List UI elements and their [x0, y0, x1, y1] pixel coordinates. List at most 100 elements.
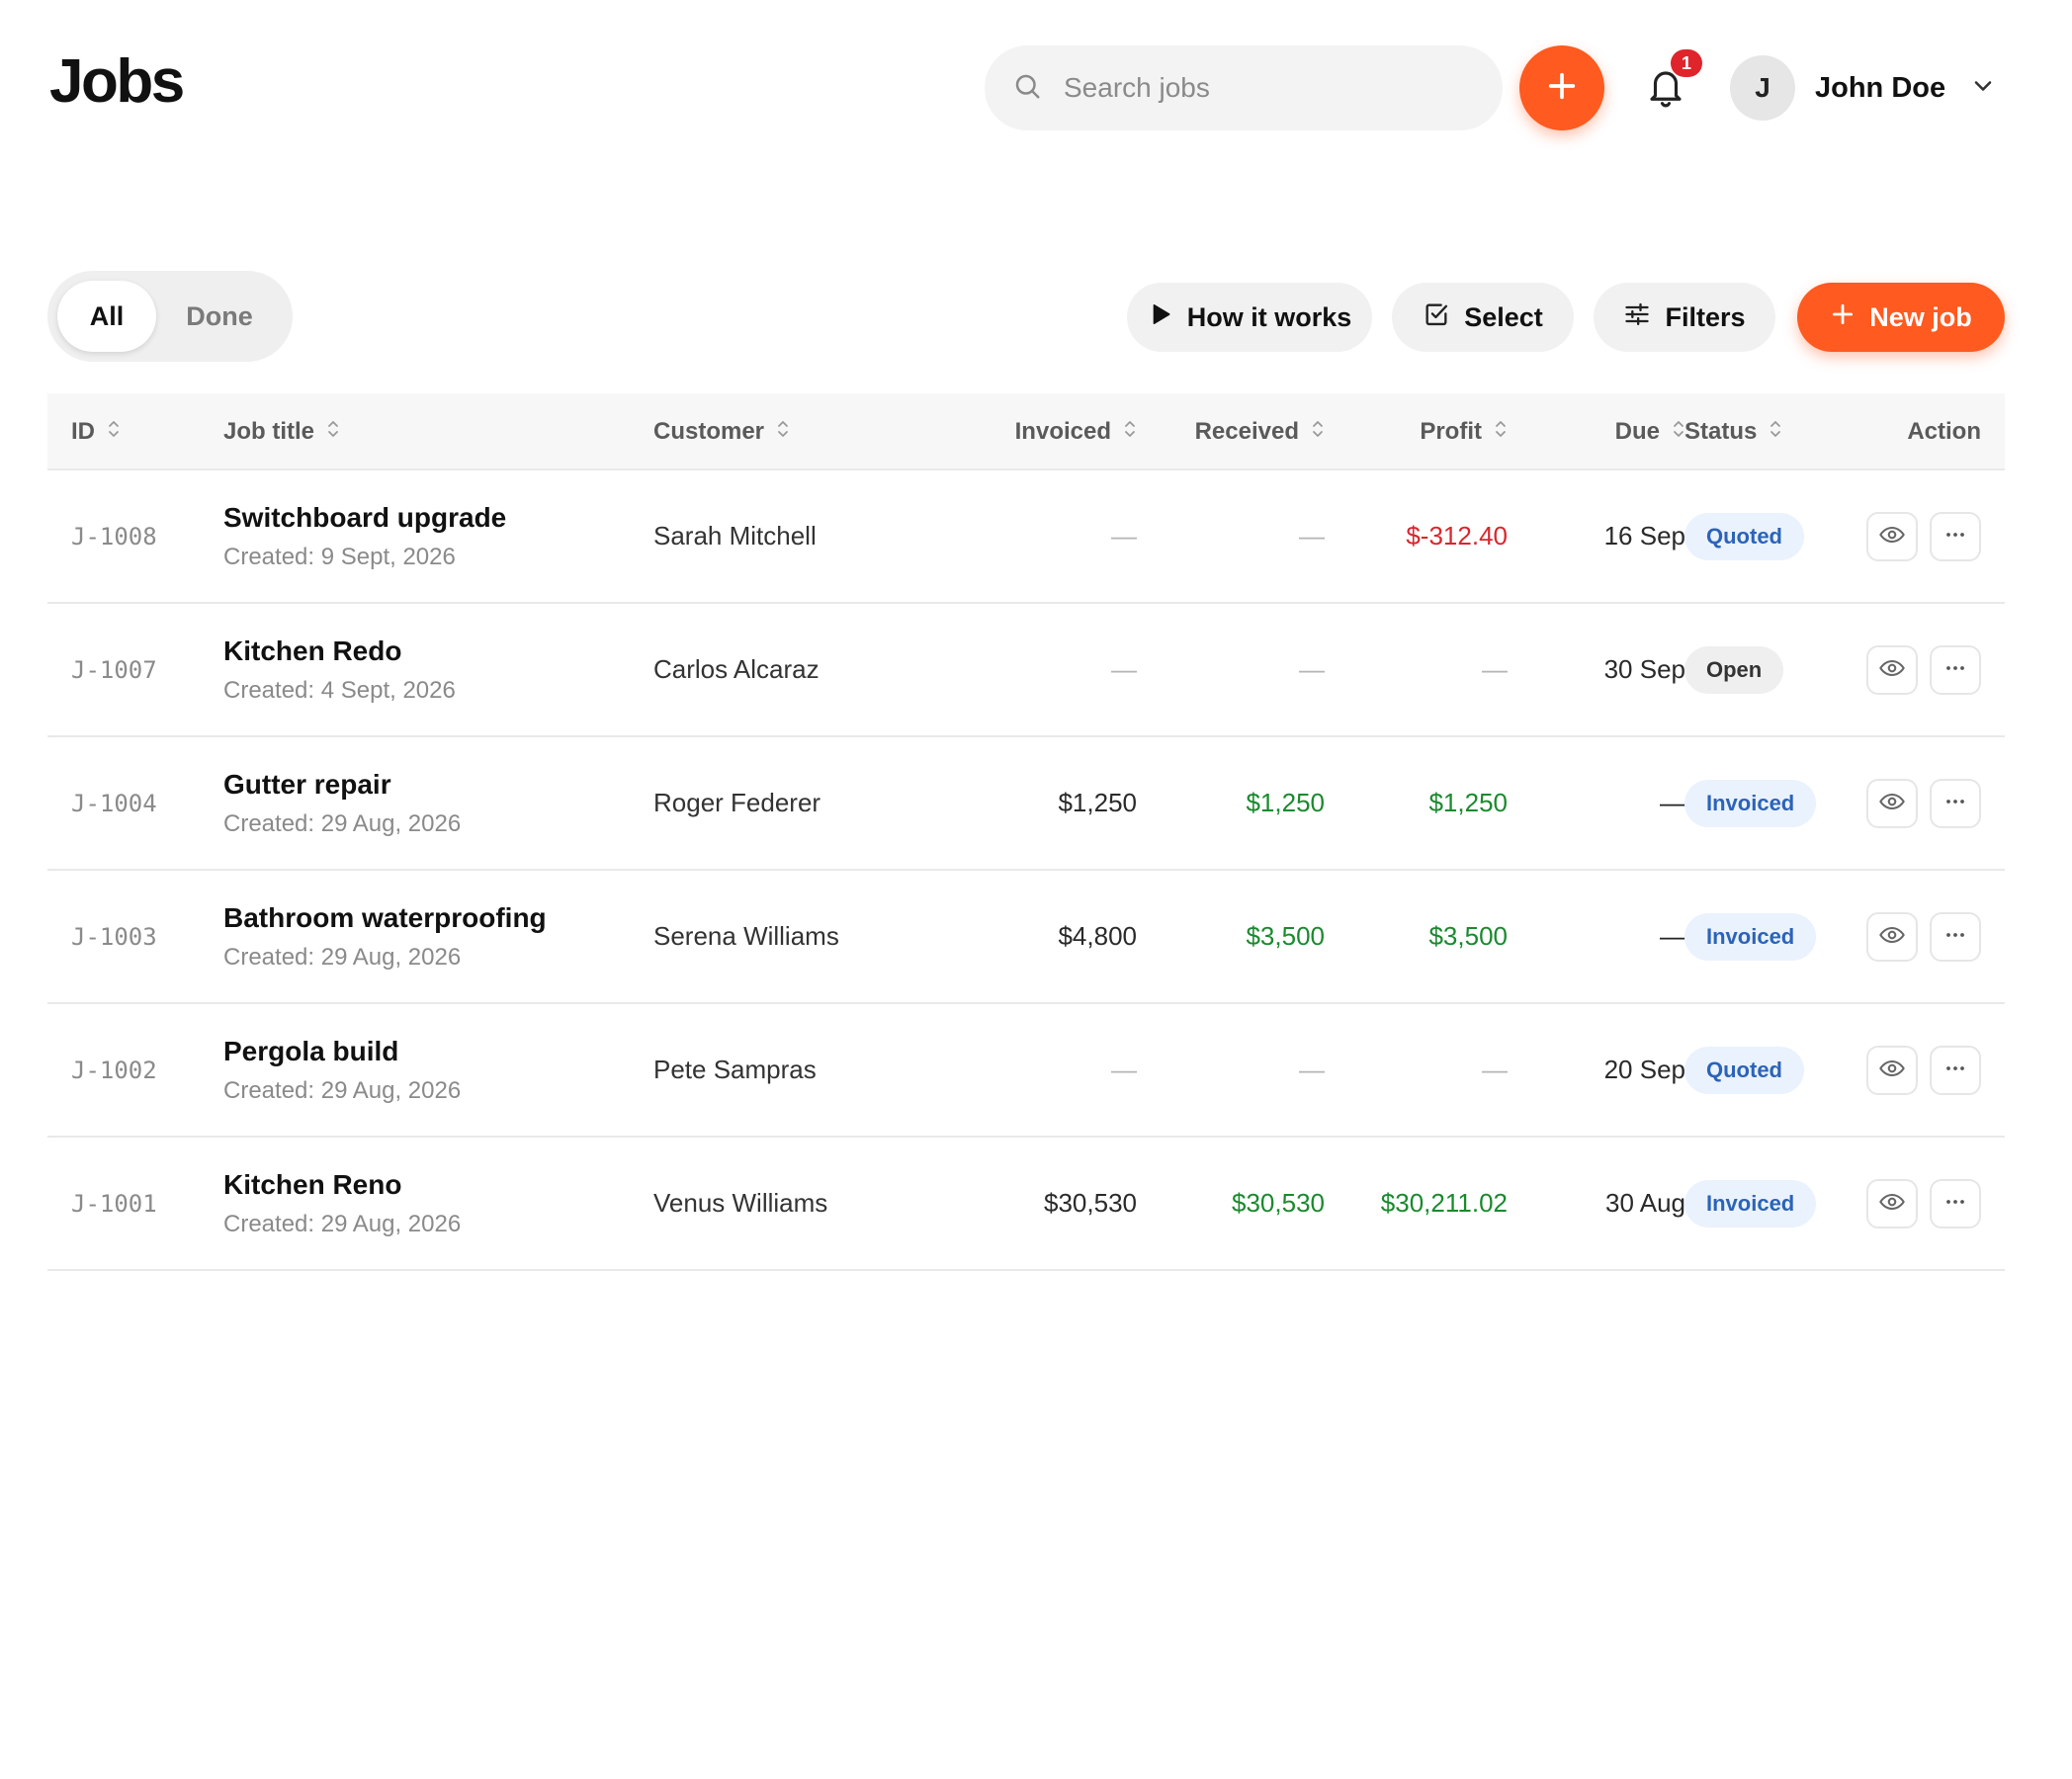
column-header-action: Action — [1847, 393, 1981, 470]
profit-amount: $30,211.02 — [1380, 1188, 1508, 1218]
tab-done[interactable]: Done — [156, 281, 283, 352]
status-badge: Open — [1684, 645, 1784, 694]
more-actions-button[interactable] — [1930, 512, 1981, 561]
tab-all[interactable]: All — [57, 281, 156, 352]
profit-amount: $1,250 — [1428, 788, 1508, 817]
column-header-status[interactable]: Status — [1684, 393, 1782, 470]
how-it-works-button[interactable]: How it works — [1127, 283, 1372, 352]
select-label: Select — [1464, 301, 1543, 332]
avatar: J — [1730, 55, 1795, 121]
job-created-date: Created: 29 Aug, 2026 — [223, 809, 462, 837]
more-actions-button[interactable] — [1930, 645, 1981, 695]
invoiced-amount: — — [1111, 521, 1137, 551]
more-actions-button[interactable] — [1930, 779, 1981, 828]
job-title[interactable]: Kitchen Reno — [223, 1169, 401, 1201]
sliders-icon — [1623, 300, 1665, 335]
more-horizontal-icon — [1942, 521, 1969, 553]
quick-add-button[interactable] — [1519, 45, 1604, 130]
status-cell: Invoiced — [1684, 871, 1817, 1002]
customer-name: Roger Federer — [653, 788, 821, 817]
status-cell: Open — [1684, 604, 1784, 735]
column-header-received[interactable]: Received — [1137, 393, 1325, 470]
job-id: J-1007 — [71, 655, 157, 684]
sort-icon — [1299, 418, 1325, 446]
job-title[interactable]: Switchboard upgrade — [223, 502, 506, 534]
table-row[interactable]: J-1004 Gutter repair Created: 29 Aug, 20… — [47, 737, 2005, 871]
column-header-due[interactable]: Due — [1508, 393, 1685, 470]
view-button[interactable] — [1866, 1046, 1918, 1095]
column-header-job-title[interactable]: Job title — [223, 393, 340, 470]
job-created-date: Created: 9 Sept, 2026 — [223, 543, 456, 570]
new-job-button[interactable]: New job — [1797, 283, 2005, 352]
invoiced-amount: $4,800 — [1058, 921, 1137, 951]
profit-amount: — — [1482, 654, 1508, 684]
job-title[interactable]: Pergola build — [223, 1036, 398, 1067]
table-row[interactable]: J-1003 Bathroom waterproofing Created: 2… — [47, 871, 2005, 1004]
status-badge: Invoiced — [1684, 912, 1817, 961]
search-input[interactable] — [1064, 72, 1459, 104]
select-button[interactable]: Select — [1392, 283, 1574, 352]
status-badge: Quoted — [1684, 1046, 1804, 1094]
search-bar[interactable] — [985, 45, 1503, 130]
column-header-customer[interactable]: Customer — [653, 393, 790, 470]
job-title[interactable]: Bathroom waterproofing — [223, 902, 547, 934]
customer-name: Sarah Mitchell — [653, 521, 817, 551]
received-amount: $1,250 — [1246, 788, 1325, 817]
more-actions-button[interactable] — [1930, 912, 1981, 962]
table-row[interactable]: J-1008 Switchboard upgrade Created: 9 Se… — [47, 470, 2005, 604]
column-header-profit[interactable]: Profit — [1325, 393, 1508, 470]
customer-name: Carlos Alcaraz — [653, 654, 820, 684]
invoiced-amount: — — [1111, 1055, 1137, 1084]
job-title-cell: Gutter repair Created: 29 Aug, 2026 — [223, 737, 461, 869]
view-button[interactable] — [1866, 645, 1918, 695]
sort-icon — [1757, 418, 1782, 446]
eye-icon — [1878, 788, 1906, 820]
view-button[interactable] — [1866, 512, 1918, 561]
table-row[interactable]: J-1007 Kitchen Redo Created: 4 Sept, 202… — [47, 604, 2005, 737]
more-actions-button[interactable] — [1930, 1046, 1981, 1095]
more-actions-button[interactable] — [1930, 1179, 1981, 1228]
column-label: ID — [71, 418, 95, 445]
column-label: Action — [1907, 418, 1981, 445]
due-date: 30 Sep — [1603, 654, 1685, 684]
column-header-invoiced[interactable]: Invoiced — [898, 393, 1137, 470]
more-horizontal-icon — [1942, 654, 1969, 687]
due-date: — — [1660, 921, 1685, 951]
eye-icon — [1878, 1188, 1906, 1221]
received-amount: $3,500 — [1246, 921, 1325, 951]
more-horizontal-icon — [1942, 788, 1969, 820]
profit-amount: $3,500 — [1428, 921, 1508, 951]
status-badge: Invoiced — [1684, 1179, 1817, 1228]
more-horizontal-icon — [1942, 1055, 1969, 1087]
column-header-id[interactable]: ID — [71, 393, 121, 470]
status-badge: Quoted — [1684, 512, 1804, 560]
status-badge: Invoiced — [1684, 779, 1817, 827]
job-title-cell: Kitchen Reno Created: 29 Aug, 2026 — [223, 1138, 461, 1269]
view-button[interactable] — [1866, 1179, 1918, 1228]
job-id: J-1003 — [71, 922, 157, 951]
received-amount: — — [1299, 654, 1325, 684]
received-amount: $30,530 — [1232, 1188, 1325, 1218]
sort-icon — [314, 418, 340, 446]
plus-icon — [1545, 69, 1579, 108]
job-id: J-1008 — [71, 522, 157, 551]
eye-icon — [1878, 1055, 1906, 1087]
job-created-date: Created: 29 Aug, 2026 — [223, 943, 462, 971]
invoiced-amount: — — [1111, 654, 1137, 684]
user-menu[interactable]: J John Doe — [1730, 55, 1997, 121]
status-cell: Invoiced — [1684, 1138, 1817, 1269]
filters-button[interactable]: Filters — [1594, 283, 1775, 352]
job-title[interactable]: Gutter repair — [223, 769, 391, 801]
notification-badge: 1 — [1671, 49, 1702, 77]
column-label: Received — [1194, 418, 1299, 445]
job-title[interactable]: Kitchen Redo — [223, 635, 401, 667]
invoiced-amount: $30,530 — [1044, 1188, 1137, 1218]
due-date: 30 Aug — [1605, 1188, 1685, 1218]
due-date: 20 Sep — [1603, 1055, 1685, 1084]
job-id: J-1001 — [71, 1189, 157, 1218]
view-button[interactable] — [1866, 912, 1918, 962]
table-row[interactable]: J-1002 Pergola build Created: 29 Aug, 20… — [47, 1004, 2005, 1138]
checkbox-icon — [1423, 300, 1464, 335]
table-row[interactable]: J-1001 Kitchen Reno Created: 29 Aug, 202… — [47, 1138, 2005, 1271]
view-button[interactable] — [1866, 779, 1918, 828]
